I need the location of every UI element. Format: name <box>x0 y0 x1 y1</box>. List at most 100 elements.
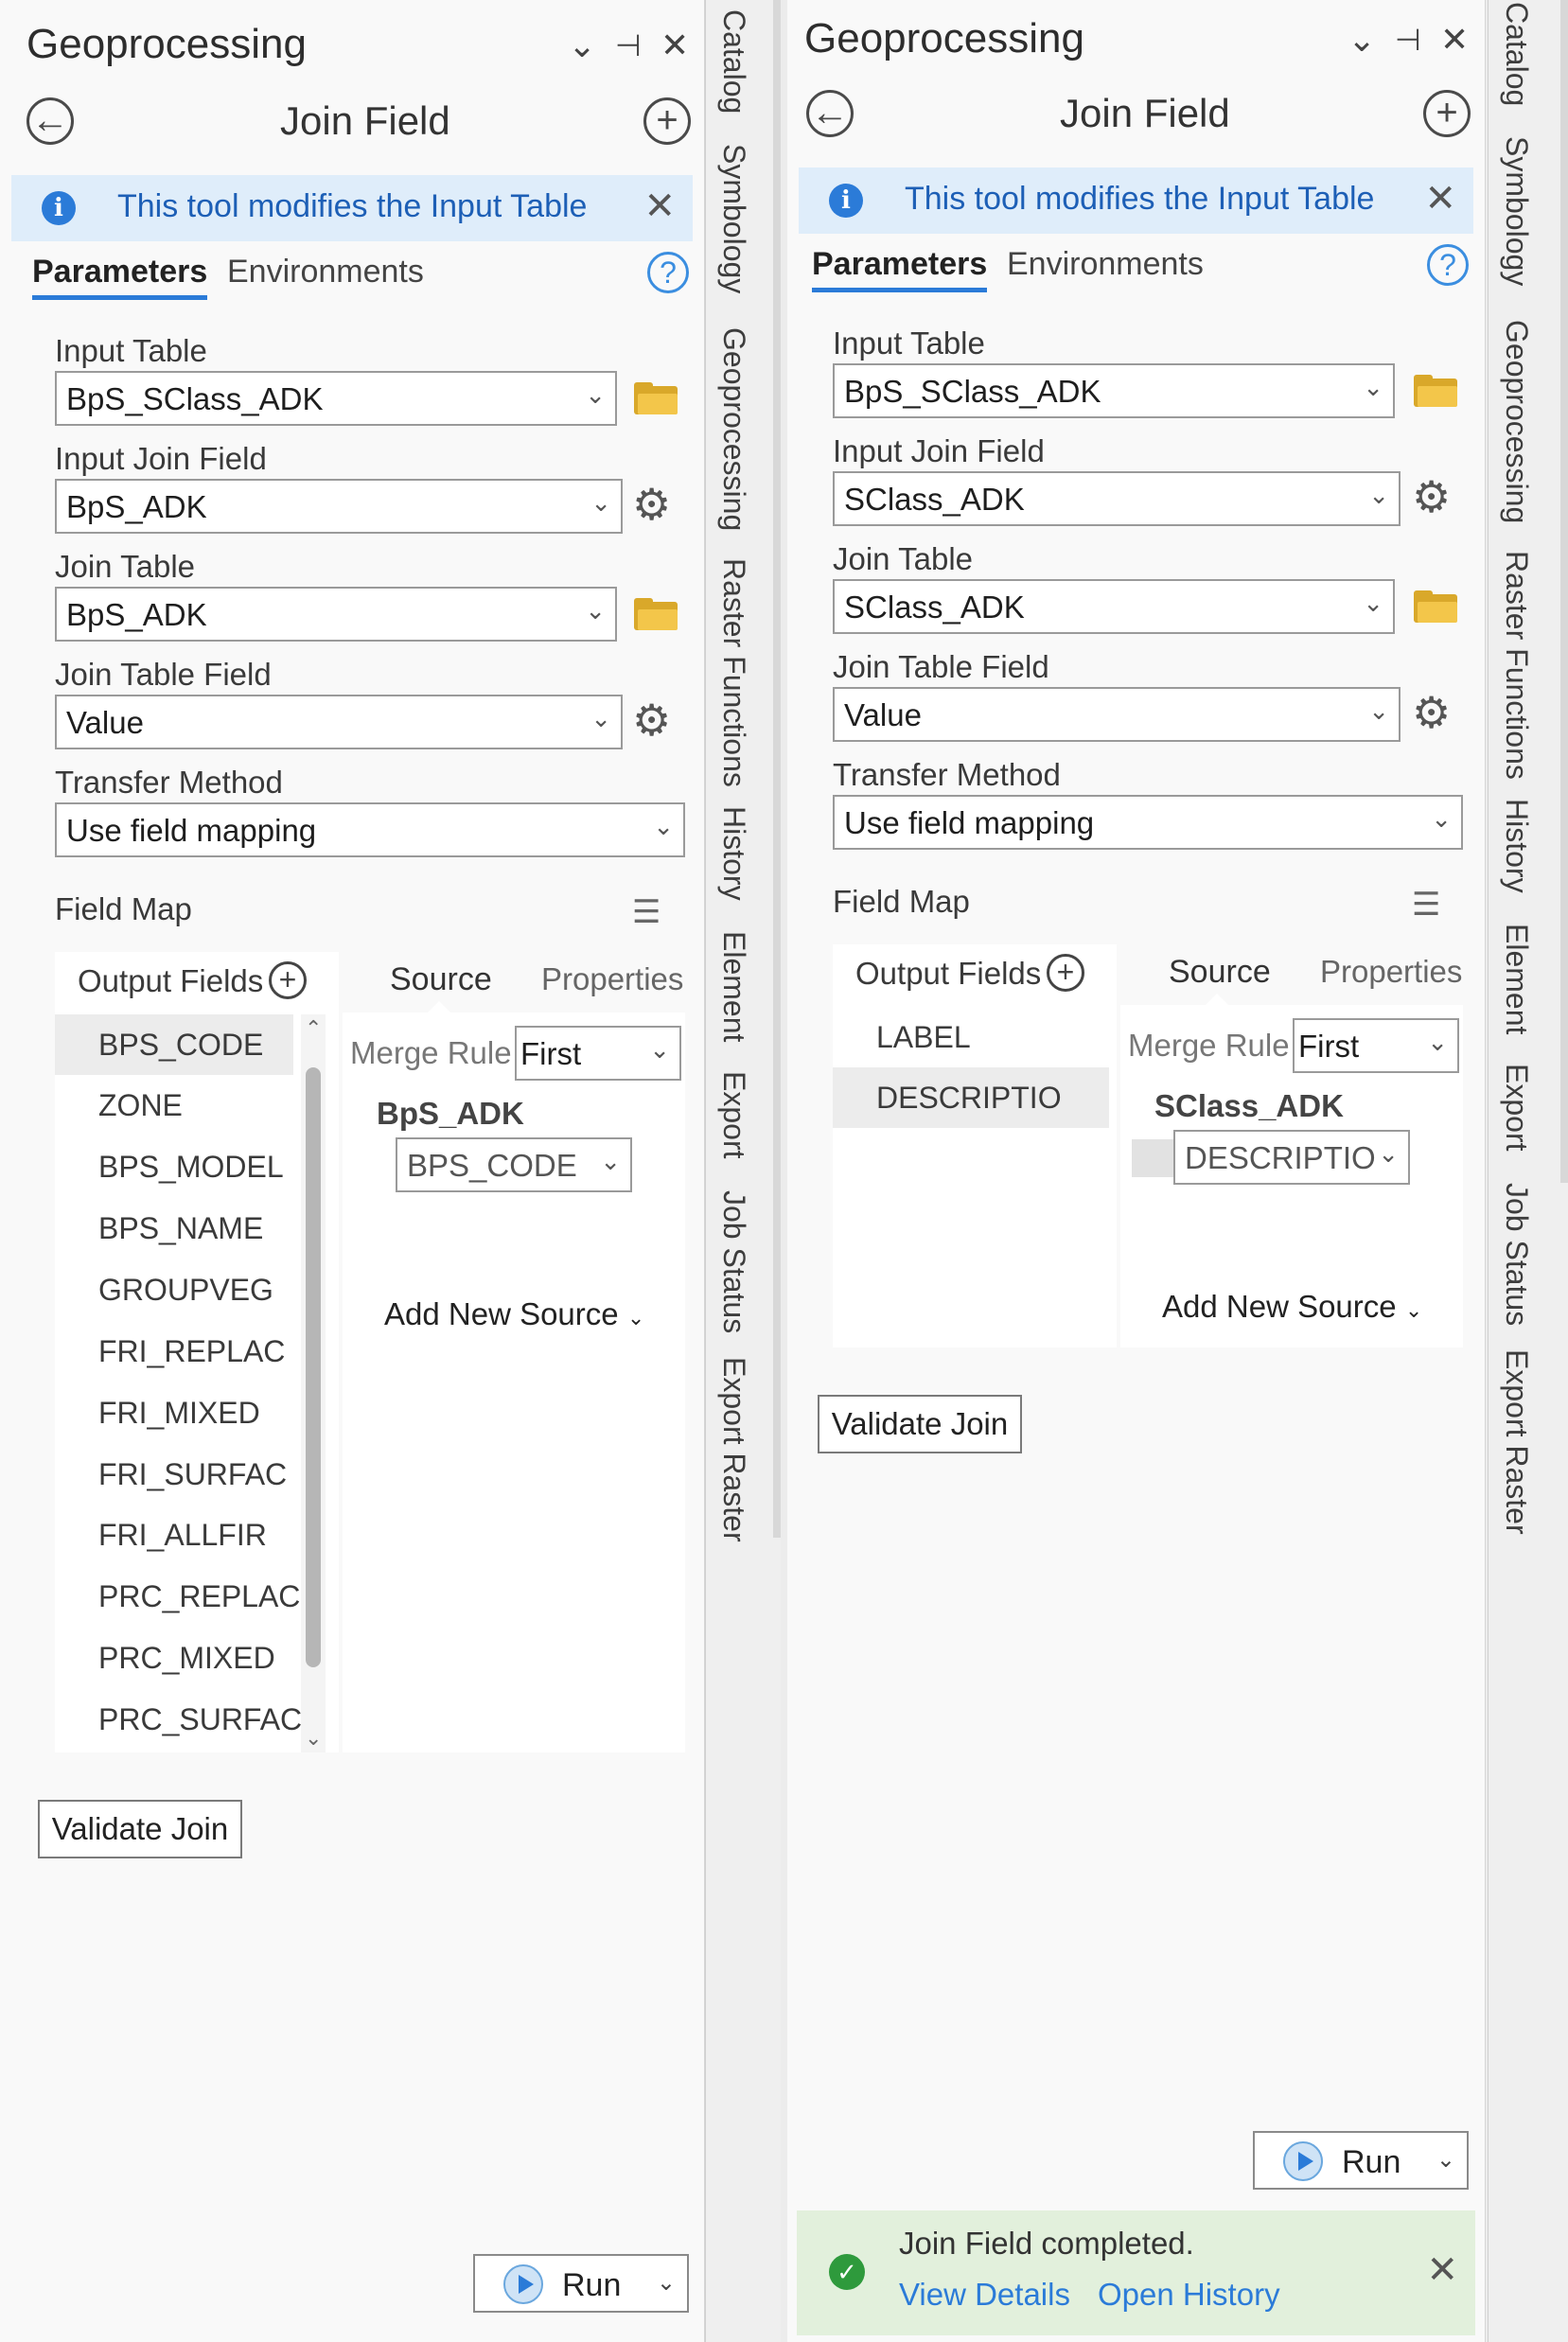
tab-properties[interactable]: Properties <box>1320 954 1462 990</box>
pane-options-chevron-icon[interactable]: ⌄ <box>568 26 596 64</box>
folder-icon[interactable] <box>1414 375 1457 407</box>
reset-field-map-icon[interactable]: ☰ <box>632 893 661 931</box>
gear-icon[interactable]: ⚙ <box>1412 691 1451 734</box>
list-item[interactable]: PRC_MIXED <box>55 1628 293 1688</box>
side-tab-symbology[interactable]: Symbology <box>1489 136 1545 286</box>
validate-join-button[interactable]: Validate Join <box>818 1395 1022 1453</box>
merge-rule-dropdown[interactable]: First ⌄ <box>1293 1018 1459 1073</box>
list-item[interactable]: FRI_SURFAC <box>55 1444 293 1505</box>
merge-rule-dropdown[interactable]: First ⌄ <box>515 1026 681 1081</box>
transfer-method-dropdown[interactable]: Use field mapping ⌄ <box>55 802 685 857</box>
side-tab-symbology[interactable]: Symbology <box>706 144 763 293</box>
list-item[interactable]: BPS_CODE <box>55 1014 293 1075</box>
list-item[interactable]: PRC_SURFAC <box>55 1689 302 1750</box>
tab-source[interactable]: Source <box>390 961 492 998</box>
side-tab-catalog[interactable]: Catalog <box>1489 2 1545 106</box>
side-tab-raster-functions[interactable]: Raster Functions <box>706 558 763 787</box>
back-arrow-icon[interactable]: ← <box>26 97 74 145</box>
side-tab-catalog[interactable]: Catalog <box>706 9 763 114</box>
tab-environments[interactable]: Environments <box>227 254 424 291</box>
info-icon: i <box>829 184 863 218</box>
join-table-dropdown[interactable]: SClass_ADK ⌄ <box>833 579 1395 634</box>
check-circle-icon: ✓ <box>829 2254 865 2290</box>
source-table-name: BpS_ADK <box>377 1096 524 1131</box>
close-banner-icon[interactable]: ✕ <box>1424 177 1456 220</box>
gear-icon[interactable]: ⚙ <box>632 483 671 526</box>
source-field-dropdown[interactable]: BPS_CODE ⌄ <box>396 1137 632 1192</box>
chevron-down-icon: ⌄ <box>585 596 606 625</box>
help-icon[interactable]: ? <box>647 252 689 293</box>
side-tab-export-raster[interactable]: Export Raster <box>1489 1349 1545 1535</box>
transfer-method-dropdown[interactable]: Use field mapping ⌄ <box>833 795 1463 850</box>
help-icon[interactable]: ? <box>1427 244 1469 286</box>
side-tab-export-raster[interactable]: Export Raster <box>706 1357 763 1542</box>
side-tab-geoprocessing[interactable]: Geoprocessing <box>706 327 763 531</box>
input-table-dropdown[interactable]: BpS_SClass_ADK ⌄ <box>833 363 1395 418</box>
list-item[interactable]: PRC_REPLAC <box>55 1566 300 1627</box>
folder-icon[interactable] <box>634 598 678 630</box>
folder-icon[interactable] <box>1414 590 1457 623</box>
open-history-link[interactable]: Open History <box>1098 2277 1280 2313</box>
geoprocessing-pane-right: Geoprocessing ⌄ ⊣ ✕ ← Join Field + i Thi… <box>787 0 1486 2342</box>
source-field-dropdown[interactable]: DESCRIPTIO ⌄ <box>1173 1130 1410 1185</box>
list-item[interactable]: FRI_REPLAC <box>55 1321 293 1382</box>
add-icon[interactable]: + <box>1423 90 1471 137</box>
list-item[interactable]: DESCRIPTIO <box>833 1067 1109 1128</box>
tab-parameters[interactable]: Parameters <box>32 254 208 300</box>
output-fields-scrollbar[interactable]: ⌃ ⌄ <box>301 1014 326 1752</box>
close-icon[interactable]: ✕ <box>1426 2248 1458 2292</box>
transfer-method-label: Transfer Method <box>833 757 1061 792</box>
list-item[interactable]: LABEL <box>833 1007 1109 1067</box>
side-tab-job-status[interactable]: Job Status <box>706 1190 763 1333</box>
back-arrow-icon[interactable]: ← <box>806 90 854 137</box>
close-pane-icon[interactable]: ✕ <box>1440 21 1469 59</box>
view-details-link[interactable]: View Details <box>899 2277 1070 2313</box>
gear-icon[interactable]: ⚙ <box>1412 475 1451 519</box>
input-table-dropdown[interactable]: BpS_SClass_ADK ⌄ <box>55 371 617 426</box>
close-pane-icon[interactable]: ✕ <box>661 26 689 64</box>
tab-environments[interactable]: Environments <box>1007 246 1204 283</box>
reset-field-map-icon[interactable]: ☰ <box>1412 886 1440 924</box>
pin-icon[interactable]: ⊣ <box>1395 21 1421 59</box>
join-table-field-dropdown[interactable]: Value ⌄ <box>55 695 623 749</box>
add-new-source-button[interactable]: Add New Source ⌄ <box>1162 1289 1422 1325</box>
list-item[interactable]: ZONE <box>55 1075 293 1136</box>
tab-properties[interactable]: Properties <box>541 961 683 997</box>
input-join-field-dropdown[interactable]: SClass_ADK ⌄ <box>833 471 1401 526</box>
list-item[interactable]: GROUPVEG <box>55 1259 293 1320</box>
side-tab-export[interactable]: Export <box>706 1071 763 1158</box>
add-icon[interactable]: + <box>643 97 691 145</box>
add-field-icon[interactable]: + <box>1047 954 1084 992</box>
input-join-field-dropdown[interactable]: BpS_ADK ⌄ <box>55 479 623 534</box>
list-item[interactable]: BPS_MODEL <box>55 1136 293 1197</box>
list-item[interactable]: FRI_MIXED <box>55 1382 293 1443</box>
tab-parameters[interactable]: Parameters <box>812 246 988 292</box>
join-table-dropdown[interactable]: BpS_ADK ⌄ <box>55 587 617 642</box>
run-button[interactable]: Run ⌄ <box>473 2254 689 2313</box>
chevron-down-icon: ⌄ <box>600 1147 621 1175</box>
side-tab-history[interactable]: History <box>1489 799 1545 893</box>
pin-icon[interactable]: ⊣ <box>615 26 642 64</box>
close-banner-icon[interactable]: ✕ <box>643 185 676 228</box>
side-tab-job-status[interactable]: Job Status <box>1489 1183 1545 1326</box>
side-tab-element[interactable]: Element <box>1489 924 1545 1034</box>
field-map-label: Field Map <box>833 884 970 919</box>
side-tab-history[interactable]: History <box>706 806 763 901</box>
list-item[interactable]: BPS_NAME <box>55 1198 293 1259</box>
add-new-source-button[interactable]: Add New Source ⌄ <box>384 1296 644 1332</box>
gear-icon[interactable]: ⚙ <box>632 698 671 742</box>
run-button[interactable]: Run ⌄ <box>1253 2131 1469 2190</box>
side-tab-export[interactable]: Export <box>1489 1064 1545 1151</box>
side-tab-element[interactable]: Element <box>706 931 763 1042</box>
chevron-down-icon: ⌄ <box>1431 804 1452 833</box>
validate-join-button[interactable]: Validate Join <box>38 1800 242 1858</box>
side-tab-geoprocessing[interactable]: Geoprocessing <box>1489 320 1545 523</box>
drag-handle[interactable] <box>1132 1139 1173 1177</box>
side-tab-raster-functions[interactable]: Raster Functions <box>1489 551 1545 780</box>
folder-icon[interactable] <box>634 382 678 414</box>
tab-source[interactable]: Source <box>1169 954 1271 991</box>
join-table-field-dropdown[interactable]: Value ⌄ <box>833 687 1401 742</box>
add-field-icon[interactable]: + <box>269 961 307 999</box>
list-item[interactable]: FRI_ALLFIR <box>55 1505 293 1565</box>
pane-options-chevron-icon[interactable]: ⌄ <box>1348 21 1376 59</box>
